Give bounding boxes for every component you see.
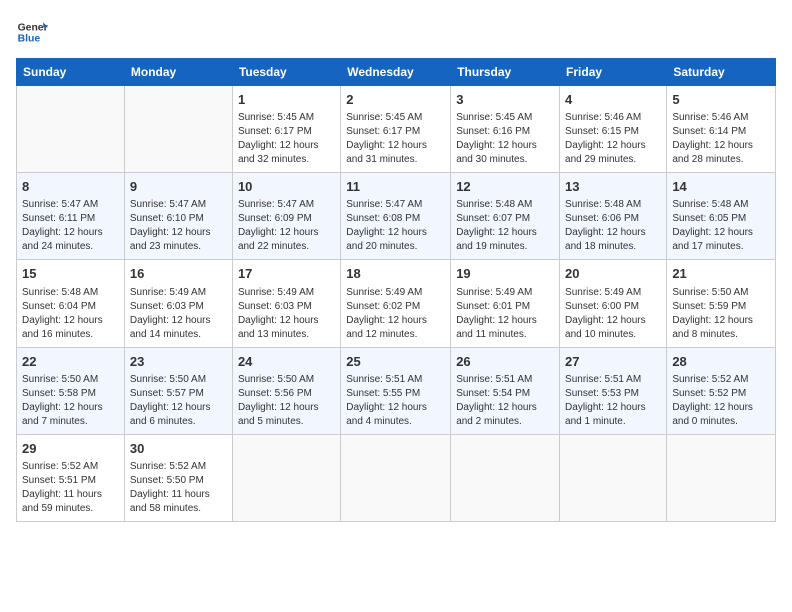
logo: General Blue	[16, 16, 48, 48]
day-number: 11	[346, 178, 445, 196]
calendar-cell: 12Sunrise: 5:48 AMSunset: 6:07 PMDayligh…	[451, 173, 560, 260]
calendar-week-5: 29Sunrise: 5:52 AMSunset: 5:51 PMDayligh…	[17, 434, 776, 521]
calendar-cell: 2Sunrise: 5:45 AMSunset: 6:17 PMDaylight…	[341, 86, 451, 173]
calendar-cell: 22Sunrise: 5:50 AMSunset: 5:58 PMDayligh…	[17, 347, 125, 434]
calendar-table: SundayMondayTuesdayWednesdayThursdayFrid…	[16, 58, 776, 522]
calendar-cell: 9Sunrise: 5:47 AMSunset: 6:10 PMDaylight…	[124, 173, 232, 260]
calendar-cell: 27Sunrise: 5:51 AMSunset: 5:53 PMDayligh…	[560, 347, 667, 434]
day-number: 29	[22, 440, 119, 458]
calendar-cell: 4Sunrise: 5:46 AMSunset: 6:15 PMDaylight…	[560, 86, 667, 173]
day-number: 20	[565, 265, 661, 283]
calendar-cell	[124, 86, 232, 173]
page-header: General Blue	[16, 16, 776, 48]
day-number: 18	[346, 265, 445, 283]
calendar-cell: 30Sunrise: 5:52 AMSunset: 5:50 PMDayligh…	[124, 434, 232, 521]
calendar-cell: 10Sunrise: 5:47 AMSunset: 6:09 PMDayligh…	[232, 173, 340, 260]
calendar-cell: 21Sunrise: 5:50 AMSunset: 5:59 PMDayligh…	[667, 260, 776, 347]
calendar-week-2: 8Sunrise: 5:47 AMSunset: 6:11 PMDaylight…	[17, 173, 776, 260]
calendar-cell: 17Sunrise: 5:49 AMSunset: 6:03 PMDayligh…	[232, 260, 340, 347]
calendar-cell: 18Sunrise: 5:49 AMSunset: 6:02 PMDayligh…	[341, 260, 451, 347]
day-number: 1	[238, 91, 335, 109]
calendar-cell: 3Sunrise: 5:45 AMSunset: 6:16 PMDaylight…	[451, 86, 560, 173]
calendar-cell	[560, 434, 667, 521]
day-number: 22	[22, 353, 119, 371]
day-number: 30	[130, 440, 227, 458]
calendar-cell: 29Sunrise: 5:52 AMSunset: 5:51 PMDayligh…	[17, 434, 125, 521]
calendar-cell: 5Sunrise: 5:46 AMSunset: 6:14 PMDaylight…	[667, 86, 776, 173]
calendar-week-3: 15Sunrise: 5:48 AMSunset: 6:04 PMDayligh…	[17, 260, 776, 347]
day-header-tuesday: Tuesday	[232, 59, 340, 86]
day-number: 3	[456, 91, 554, 109]
calendar-cell	[341, 434, 451, 521]
day-number: 2	[346, 91, 445, 109]
day-number: 12	[456, 178, 554, 196]
logo-icon: General Blue	[16, 16, 48, 48]
calendar-cell: 24Sunrise: 5:50 AMSunset: 5:56 PMDayligh…	[232, 347, 340, 434]
day-number: 25	[346, 353, 445, 371]
calendar-cell: 16Sunrise: 5:49 AMSunset: 6:03 PMDayligh…	[124, 260, 232, 347]
calendar-cell: 28Sunrise: 5:52 AMSunset: 5:52 PMDayligh…	[667, 347, 776, 434]
calendar-cell: 20Sunrise: 5:49 AMSunset: 6:00 PMDayligh…	[560, 260, 667, 347]
calendar-week-1: 1Sunrise: 5:45 AMSunset: 6:17 PMDaylight…	[17, 86, 776, 173]
day-header-wednesday: Wednesday	[341, 59, 451, 86]
calendar-week-4: 22Sunrise: 5:50 AMSunset: 5:58 PMDayligh…	[17, 347, 776, 434]
day-header-monday: Monday	[124, 59, 232, 86]
day-number: 5	[672, 91, 770, 109]
calendar-cell	[17, 86, 125, 173]
calendar-cell: 19Sunrise: 5:49 AMSunset: 6:01 PMDayligh…	[451, 260, 560, 347]
svg-text:Blue: Blue	[18, 34, 41, 45]
day-number: 13	[565, 178, 661, 196]
calendar-cell: 26Sunrise: 5:51 AMSunset: 5:54 PMDayligh…	[451, 347, 560, 434]
day-header-thursday: Thursday	[451, 59, 560, 86]
day-number: 4	[565, 91, 661, 109]
day-number: 17	[238, 265, 335, 283]
day-number: 9	[130, 178, 227, 196]
day-number: 23	[130, 353, 227, 371]
calendar-cell: 8Sunrise: 5:47 AMSunset: 6:11 PMDaylight…	[17, 173, 125, 260]
day-number: 15	[22, 265, 119, 283]
calendar-cell	[451, 434, 560, 521]
day-number: 27	[565, 353, 661, 371]
day-number: 16	[130, 265, 227, 283]
day-number: 14	[672, 178, 770, 196]
day-header-friday: Friday	[560, 59, 667, 86]
day-header-sunday: Sunday	[17, 59, 125, 86]
calendar-cell: 1Sunrise: 5:45 AMSunset: 6:17 PMDaylight…	[232, 86, 340, 173]
day-number: 28	[672, 353, 770, 371]
calendar-header-row: SundayMondayTuesdayWednesdayThursdayFrid…	[17, 59, 776, 86]
calendar-cell: 11Sunrise: 5:47 AMSunset: 6:08 PMDayligh…	[341, 173, 451, 260]
calendar-cell	[667, 434, 776, 521]
day-number: 10	[238, 178, 335, 196]
calendar-cell: 23Sunrise: 5:50 AMSunset: 5:57 PMDayligh…	[124, 347, 232, 434]
day-number: 24	[238, 353, 335, 371]
day-header-saturday: Saturday	[667, 59, 776, 86]
calendar-cell	[232, 434, 340, 521]
calendar-cell: 15Sunrise: 5:48 AMSunset: 6:04 PMDayligh…	[17, 260, 125, 347]
day-number: 19	[456, 265, 554, 283]
calendar-cell: 14Sunrise: 5:48 AMSunset: 6:05 PMDayligh…	[667, 173, 776, 260]
calendar-body: 1Sunrise: 5:45 AMSunset: 6:17 PMDaylight…	[17, 86, 776, 522]
day-number: 8	[22, 178, 119, 196]
day-number: 21	[672, 265, 770, 283]
day-number: 26	[456, 353, 554, 371]
calendar-cell: 25Sunrise: 5:51 AMSunset: 5:55 PMDayligh…	[341, 347, 451, 434]
calendar-cell: 13Sunrise: 5:48 AMSunset: 6:06 PMDayligh…	[560, 173, 667, 260]
